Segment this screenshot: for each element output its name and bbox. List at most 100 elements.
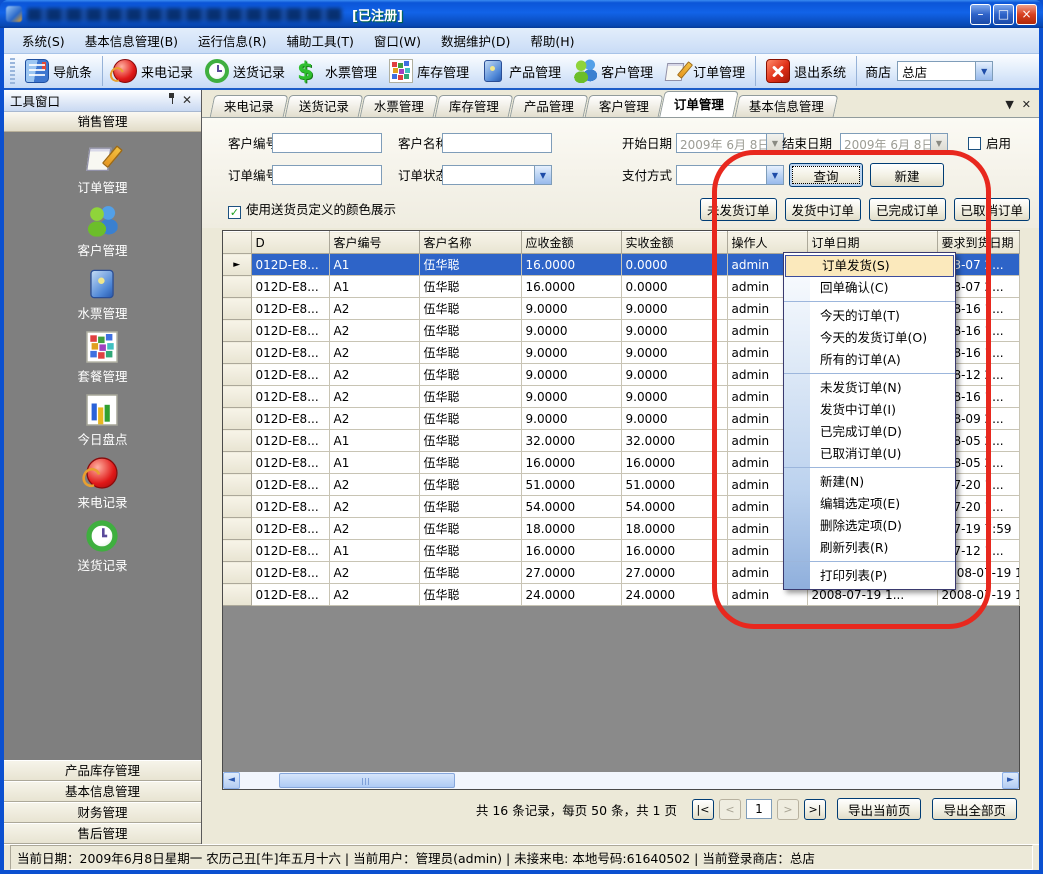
sidebar-item[interactable]: 来电记录 [77, 461, 127, 511]
query-button[interactable]: 查询 [789, 163, 863, 187]
context-menu-item[interactable]: 新建(N) [784, 471, 955, 493]
document-tab[interactable]: 送货记录 [285, 95, 364, 117]
document-tab[interactable]: 产品管理 [510, 95, 589, 117]
context-menu-item[interactable]: 打印列表(P) [784, 565, 955, 587]
context-menu-item[interactable]: 回单确认(C) [784, 277, 955, 302]
context-menu-item[interactable]: 今天的订单(T) [784, 305, 955, 327]
scroll-right-icon[interactable]: ► [1002, 772, 1019, 789]
sidebar-item[interactable]: 客户管理 [77, 209, 127, 259]
context-menu-item[interactable]: 所有的订单(A) [784, 349, 955, 374]
order-status-filter-button[interactable]: 已完成订单 [869, 198, 946, 221]
row-selector-cell[interactable] [223, 496, 251, 518]
export-all-pages-button[interactable]: 导出全部页 [932, 798, 1017, 820]
context-menu-item[interactable]: 订单发货(S) [785, 255, 954, 277]
sidebar-group-sales[interactable]: 销售管理 [4, 112, 201, 132]
order-code-input[interactable] [272, 165, 382, 185]
grid-header-customer-name[interactable]: 客户名称 [419, 232, 521, 254]
close-button[interactable]: × [1016, 4, 1037, 25]
sidebar-group-button[interactable]: 售后管理 [4, 823, 201, 844]
chevron-down-icon[interactable]: ▼ [1005, 98, 1013, 111]
toolbar-button[interactable]: 导航条 [19, 56, 103, 86]
document-tab[interactable]: 订单管理 [659, 91, 739, 117]
minimize-button[interactable]: – [970, 4, 991, 25]
horizontal-scrollbar[interactable]: ◄ ► [223, 772, 1019, 789]
context-menu-item[interactable]: 发货中订单(I) [784, 399, 955, 421]
prev-page-button[interactable]: < [719, 799, 741, 820]
shop-select[interactable]: 总店 ▼ [897, 61, 993, 81]
grid-header-customer-code[interactable]: 客户编号 [329, 232, 419, 254]
maximize-button[interactable]: □ [993, 4, 1014, 25]
color-checkbox[interactable]: ✓ [228, 206, 241, 219]
row-selector-cell[interactable] [223, 474, 251, 496]
close-icon[interactable]: ✕ [179, 93, 195, 109]
row-selector-cell[interactable] [223, 386, 251, 408]
row-selector-cell[interactable] [223, 320, 251, 342]
document-tab[interactable]: 库存管理 [435, 95, 514, 117]
pin-icon[interactable] [163, 93, 179, 109]
export-current-page-button[interactable]: 导出当前页 [837, 798, 922, 820]
row-selector-cell[interactable] [223, 276, 251, 298]
chevron-down-icon[interactable]: ▼ [766, 166, 783, 184]
grid-header-id[interactable]: D [251, 232, 329, 254]
order-status-filter-button[interactable]: 已取消订单 [954, 198, 1031, 221]
sidebar-item[interactable]: 送货记录 [77, 524, 127, 574]
chevron-down-icon[interactable]: ▼ [975, 62, 992, 80]
row-selector-cell[interactable] [223, 518, 251, 540]
scrollbar-thumb[interactable] [279, 773, 455, 788]
grid-header-operator[interactable]: 操作人 [727, 232, 807, 254]
context-menu-item[interactable]: 未发货订单(N) [784, 377, 955, 399]
toolbar-button[interactable]: 订单管理 [659, 56, 756, 86]
context-menu-item[interactable]: 已完成订单(D) [784, 421, 955, 443]
sidebar-group-button[interactable]: 产品库存管理 [4, 760, 201, 781]
sidebar-item[interactable]: 套餐管理 [77, 335, 127, 385]
menu-item[interactable]: 基本信息管理(B) [75, 28, 188, 54]
customer-name-input[interactable] [442, 133, 552, 153]
order-status-filter-button[interactable]: 未发货订单 [700, 198, 777, 221]
grid-header-received[interactable]: 实收金额 [621, 232, 727, 254]
grid-header-required-date[interactable]: 要求到货日期 [937, 232, 1019, 254]
row-selector-cell[interactable] [223, 540, 251, 562]
sidebar-item[interactable]: 订单管理 [77, 146, 127, 196]
toolbar-grip[interactable] [10, 58, 15, 84]
next-page-button[interactable]: > [777, 799, 799, 820]
toolbar-button[interactable]: 产品管理 [475, 56, 567, 86]
menu-item[interactable]: 辅助工具(T) [277, 28, 364, 54]
order-status-select[interactable]: ▼ [442, 165, 552, 185]
grid-header-order-date[interactable]: 订单日期 [807, 232, 937, 254]
menu-item[interactable]: 数据维护(D) [431, 28, 520, 54]
row-selector-cell[interactable] [223, 364, 251, 386]
last-page-button[interactable]: >| [804, 799, 826, 820]
toolbar-button[interactable]: 来电记录 [107, 56, 199, 86]
menu-item[interactable]: 系统(S) [12, 28, 75, 54]
row-selector-cell[interactable] [223, 562, 251, 584]
row-selector-cell[interactable] [223, 452, 251, 474]
row-selector-cell[interactable] [223, 254, 251, 276]
menu-item[interactable]: 帮助(H) [520, 28, 584, 54]
pay-method-select[interactable]: ▼ [676, 165, 784, 185]
toolbar-button[interactable]: 退出系统 [760, 56, 857, 86]
start-date-picker[interactable]: 2009年 6月 8日▼ [676, 133, 784, 153]
sidebar-item[interactable]: 今日盘点 [77, 398, 127, 448]
row-selector-cell[interactable] [223, 342, 251, 364]
row-selector-cell[interactable] [223, 298, 251, 320]
enable-checkbox[interactable] [968, 137, 981, 150]
chevron-down-icon[interactable]: ▼ [930, 134, 947, 152]
chevron-down-icon[interactable]: ▼ [534, 166, 551, 184]
document-tab[interactable]: 基本信息管理 [735, 95, 839, 117]
customer-code-input[interactable] [272, 133, 382, 153]
document-tab[interactable]: 来电记录 [210, 95, 289, 117]
new-button[interactable]: 新建 [870, 163, 944, 187]
toolbar-button[interactable]: 库存管理 [383, 56, 475, 86]
document-tab[interactable]: 水票管理 [360, 95, 439, 117]
row-selector-cell[interactable] [223, 584, 251, 606]
context-menu-item[interactable]: 今天的发货订单(O) [784, 327, 955, 349]
sidebar-item[interactable]: 水票管理 [77, 272, 127, 322]
menu-item[interactable]: 运行信息(R) [188, 28, 276, 54]
context-menu-item[interactable]: 刷新列表(R) [784, 537, 955, 562]
order-status-filter-button[interactable]: 发货中订单 [785, 198, 862, 221]
toolbar-button[interactable]: 送货记录 [199, 56, 291, 86]
close-icon[interactable]: ✕ [1022, 98, 1031, 111]
sidebar-group-button[interactable]: 财务管理 [4, 802, 201, 823]
context-menu-item[interactable]: 编辑选定项(E) [784, 493, 955, 515]
first-page-button[interactable]: |< [692, 799, 714, 820]
